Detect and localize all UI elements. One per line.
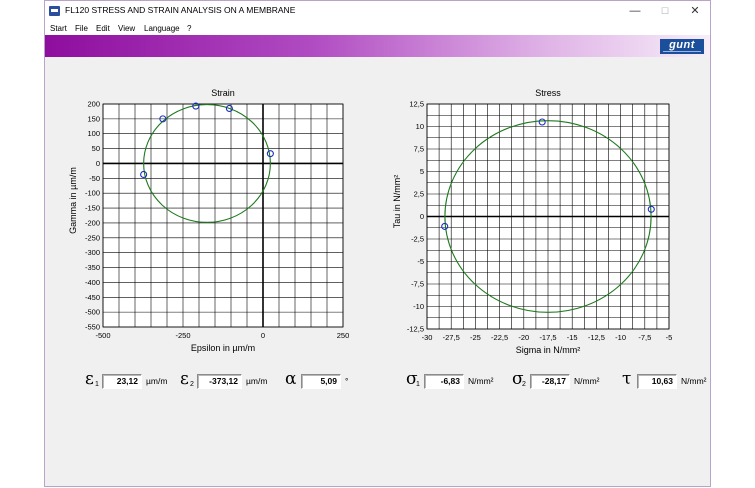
stress-x-tick-label: -20 bbox=[518, 333, 529, 342]
header-gradient-bar: gunt bbox=[45, 35, 710, 57]
epsilon2-value: -373,12 bbox=[197, 374, 242, 389]
menu-help[interactable]: ? bbox=[187, 22, 191, 35]
stress-x-tick-label: -5 bbox=[666, 333, 673, 342]
strain-y-tick-label: -350 bbox=[85, 263, 100, 272]
epsilon1-unit: µm/m bbox=[146, 376, 168, 386]
stress-y-tick-label: -5 bbox=[417, 257, 424, 266]
app-icon bbox=[49, 6, 60, 16]
stress-x-tick-label: -7,5 bbox=[638, 333, 651, 342]
strain-plot-area bbox=[102, 103, 344, 328]
menu-start[interactable]: Start bbox=[50, 22, 67, 35]
sigma2-unit: N/mm² bbox=[574, 376, 600, 386]
alpha-value: 5,09 bbox=[301, 374, 341, 389]
strain-x-tick-label: -500 bbox=[95, 331, 110, 340]
stress-x-tick-label: -25 bbox=[470, 333, 481, 342]
window-title: FL120 STRESS AND STRAIN ANALYSIS ON A ME… bbox=[65, 5, 296, 15]
stress-y-tick-label: -2,5 bbox=[411, 235, 424, 244]
alpha-symbol: α bbox=[285, 369, 297, 389]
sigma2-subscript: 2 bbox=[522, 381, 526, 388]
strain-y-tick-label: -550 bbox=[85, 323, 100, 332]
menu-view[interactable]: View bbox=[118, 22, 135, 35]
strain-y-tick-label: -400 bbox=[85, 278, 100, 287]
strain-y-tick-label: -250 bbox=[85, 233, 100, 242]
app-window: FL120 STRESS AND STRAIN ANALYSIS ON A ME… bbox=[44, 0, 711, 487]
alpha-unit: ° bbox=[345, 376, 349, 386]
tau-value: 10,63 bbox=[637, 374, 677, 389]
strain-y-tick-label: -100 bbox=[85, 189, 100, 198]
tau-symbol: τ bbox=[622, 369, 632, 389]
epsilon2-unit: µm/m bbox=[246, 376, 268, 386]
epsilon2-symbol: ε bbox=[180, 369, 189, 389]
stress-x-tick-label: -17,5 bbox=[539, 333, 556, 342]
strain-y-tick-label: 100 bbox=[87, 129, 100, 138]
stress-x-tick-label: -15 bbox=[567, 333, 578, 342]
strain-y-tick-label: -200 bbox=[85, 218, 100, 227]
strain-x-tick-label: 250 bbox=[337, 331, 350, 340]
strain-x-tick-label: 0 bbox=[261, 331, 265, 340]
charts-area: -500 -250 0 250200150100500-50-100-150-200-… bbox=[68, 88, 673, 355]
stress-y-tick-label: 2,5 bbox=[414, 190, 424, 199]
epsilon1-symbol: ε bbox=[85, 369, 94, 389]
strain-y-tick-label: -450 bbox=[85, 293, 100, 302]
stress-y-tick-label: -7,5 bbox=[411, 280, 424, 289]
strain-y-tick-label: 150 bbox=[87, 114, 100, 123]
stress-x-tick-label: -22,5 bbox=[491, 333, 508, 342]
strain-x-tick-label: -250 bbox=[175, 331, 190, 340]
strain-y-tick-label: -300 bbox=[85, 248, 100, 257]
strain-y-tick-label: 200 bbox=[87, 100, 100, 109]
stress-x-tick-label: -27,5 bbox=[443, 333, 460, 342]
strain-y-tick-label: -500 bbox=[85, 308, 100, 317]
strain-y-tick-label: -50 bbox=[89, 174, 100, 183]
stress-y-axis-label: Tau in N/mm² bbox=[392, 175, 402, 229]
epsilon1-value: 23,12 bbox=[102, 374, 142, 389]
sigma1-value: -6,83 bbox=[424, 374, 464, 389]
menu-language[interactable]: Language bbox=[144, 22, 180, 35]
menu-edit[interactable]: Edit bbox=[96, 22, 110, 35]
close-button[interactable]: ✕ bbox=[681, 3, 709, 20]
sigma2-value: -28,17 bbox=[530, 374, 570, 389]
strain-chart-title: Strain bbox=[211, 88, 235, 98]
menu-bar: Start File Edit View Language ? bbox=[45, 22, 710, 35]
sigma1-subscript: 1 bbox=[416, 381, 420, 388]
stress-x-axis-label: Sigma in N/mm² bbox=[516, 345, 581, 355]
strain-y-axis-label: Gamma in µm/m bbox=[68, 167, 78, 234]
stress-y-tick-label: 5 bbox=[420, 167, 424, 176]
stress-y-tick-label: 10 bbox=[416, 122, 424, 131]
maximize-button[interactable]: ☐ bbox=[651, 3, 679, 20]
tau-unit: N/mm² bbox=[681, 376, 707, 386]
strain-y-tick-label: -150 bbox=[85, 204, 100, 213]
menu-file[interactable]: File bbox=[75, 22, 88, 35]
stress-y-tick-label: 12,5 bbox=[409, 100, 424, 109]
strain-x-axis-label: Epsilon in µm/m bbox=[191, 343, 255, 353]
gunt-logo: gunt bbox=[660, 39, 704, 54]
strain-y-tick-label: 50 bbox=[92, 144, 100, 153]
epsilon1-subscript: 1 bbox=[95, 381, 99, 388]
minimize-button[interactable]: — bbox=[621, 3, 649, 20]
stress-y-tick-label: 7,5 bbox=[414, 145, 424, 154]
sigma1-unit: N/mm² bbox=[468, 376, 494, 386]
strain-y-tick-label: 0 bbox=[96, 159, 100, 168]
stress-chart-title: Stress bbox=[535, 88, 561, 98]
stress-x-tick-label: -10 bbox=[615, 333, 626, 342]
stress-x-tick-label: -30 bbox=[422, 333, 433, 342]
stress-y-tick-label: -12,5 bbox=[407, 325, 424, 334]
epsilon2-subscript: 2 bbox=[190, 381, 194, 388]
stress-y-tick-label: 0 bbox=[420, 212, 424, 221]
title-bar: FL120 STRESS AND STRAIN ANALYSIS ON A ME… bbox=[45, 1, 710, 22]
stress-y-tick-label: -10 bbox=[413, 302, 424, 311]
stress-x-tick-label: -12,5 bbox=[588, 333, 605, 342]
